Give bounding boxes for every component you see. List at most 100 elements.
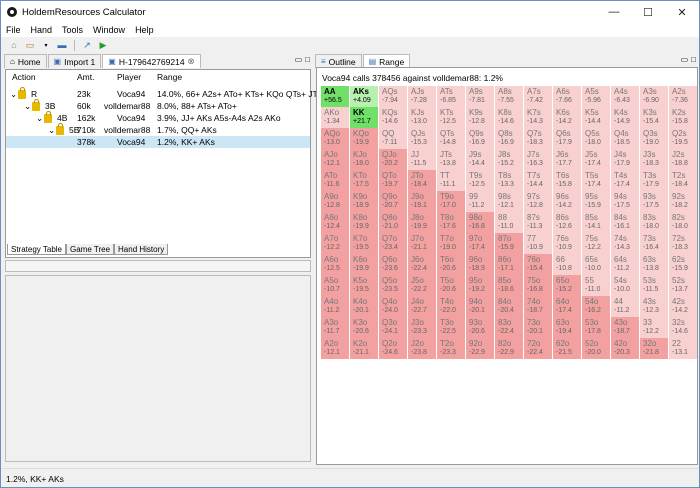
range-cell[interactable]: T7o -19.0: [437, 233, 465, 254]
range-cell[interactable]: 63o -19.4: [553, 317, 581, 338]
range-cell[interactable]: 43s -12.3: [640, 296, 668, 317]
column-header-amount[interactable]: Amt.: [77, 72, 94, 84]
range-cell[interactable]: J7s -16.3: [524, 149, 552, 170]
range-cell[interactable]: A4s -6.43: [611, 86, 639, 107]
range-cell[interactable]: A8o -12.4: [321, 212, 349, 233]
range-cell[interactable]: A7s -7.42: [524, 86, 552, 107]
range-cell[interactable]: 75o -16.8: [524, 275, 552, 296]
range-cell[interactable]: J8o -19.9: [408, 212, 436, 233]
range-cell[interactable]: 88 -11.0: [495, 212, 523, 233]
range-cell[interactable]: T2o -23.3: [437, 338, 465, 359]
range-cell[interactable]: KJs -13.0: [408, 107, 436, 128]
range-cell[interactable]: AKo -1.34: [321, 107, 349, 128]
range-cell[interactable]: 94o -20.1: [466, 296, 494, 317]
range-cell[interactable]: K8s -14.6: [495, 107, 523, 128]
range-cell[interactable]: 83s -18.0: [640, 212, 668, 233]
column-header-action[interactable]: Action: [12, 72, 36, 84]
range-cell[interactable]: A3s -6.90: [640, 86, 668, 107]
range-cell[interactable]: K6s -14.2: [553, 107, 581, 128]
close-tab-icon[interactable]: ⊗: [188, 56, 195, 67]
collapse-icon[interactable]: ⌄: [24, 101, 31, 112]
range-cell[interactable]: A9s -7.81: [466, 86, 494, 107]
range-cell[interactable]: AQo -13.0: [321, 128, 349, 149]
range-cell[interactable]: 63s -13.8: [640, 254, 668, 275]
range-cell[interactable]: 98o -16.8: [466, 212, 494, 233]
range-cell[interactable]: 55 -11.0: [582, 275, 610, 296]
maximize-button[interactable]: ☐: [631, 1, 665, 23]
range-cell[interactable]: T8s -13.3: [495, 170, 523, 191]
range-cell[interactable]: 53o -17.8: [582, 317, 610, 338]
range-cell[interactable]: A6s -7.66: [553, 86, 581, 107]
range-cell[interactable]: A5o -10.7: [321, 275, 349, 296]
range-cell[interactable]: K3s -15.4: [640, 107, 668, 128]
range-cell[interactable]: 74o -18.7: [524, 296, 552, 317]
column-header-player[interactable]: Player: [117, 72, 141, 84]
range-cell[interactable]: T4s -17.4: [611, 170, 639, 191]
range-cell[interactable]: JJ -11.5: [408, 149, 436, 170]
range-cell[interactable]: 65s -10.0: [582, 254, 610, 275]
collapse-icon[interactable]: ⌄: [48, 125, 55, 136]
range-cell[interactable]: 95s -15.9: [582, 191, 610, 212]
tab-strategy-table[interactable]: Strategy Table: [7, 244, 66, 255]
range-cell[interactable]: J8s -15.2: [495, 149, 523, 170]
range-cell[interactable]: 44 -11.2: [611, 296, 639, 317]
close-button[interactable]: ✕: [665, 1, 699, 23]
range-cell[interactable]: 95o -19.2: [466, 275, 494, 296]
range-cell[interactable]: Q2o -24.6: [379, 338, 407, 359]
maximize-panel-icon[interactable]: □: [691, 55, 696, 64]
range-cell[interactable]: KQs -14.6: [379, 107, 407, 128]
tab-home[interactable]: ⌂ Home: [4, 54, 47, 68]
range-cell[interactable]: Q3s -19.0: [640, 128, 668, 149]
range-cell[interactable]: T3o -22.5: [437, 317, 465, 338]
range-cell[interactable]: T9s -12.5: [466, 170, 494, 191]
range-cell[interactable]: 76o -15.4: [524, 254, 552, 275]
range-cell[interactable]: K8o -19.9: [350, 212, 378, 233]
range-cell[interactable]: J3s -18.3: [640, 149, 668, 170]
range-cell[interactable]: KTs -12.5: [437, 107, 465, 128]
range-cell[interactable]: 75s -12.2: [582, 233, 610, 254]
range-cell[interactable]: K2o -21.1: [350, 338, 378, 359]
range-cell[interactable]: J6s -17.7: [553, 149, 581, 170]
range-cell[interactable]: K4o -20.1: [350, 296, 378, 317]
range-cell[interactable]: JTs -13.8: [437, 149, 465, 170]
table-row[interactable]: ⌄ R 23k Voca94 14.0%, 66+ A2s+ ATo+ KTs+…: [6, 87, 321, 100]
minimize-button[interactable]: —: [597, 1, 631, 23]
run-icon[interactable]: ▶: [96, 39, 110, 51]
range-cell[interactable]: KTo -17.5: [350, 170, 378, 191]
range-cell[interactable]: K9o -18.9: [350, 191, 378, 212]
range-cell[interactable]: J9s -14.4: [466, 149, 494, 170]
range-cell[interactable]: T6s -15.8: [553, 170, 581, 191]
tab-range[interactable]: ▤ Range: [362, 54, 411, 68]
range-cell[interactable]: AJs -7.28: [408, 86, 436, 107]
range-cell[interactable]: 52o -20.0: [582, 338, 610, 359]
range-cell[interactable]: A4o -11.2: [321, 296, 349, 317]
range-cell[interactable]: KJo -18.0: [350, 149, 378, 170]
range-cell[interactable]: J6o -22.4: [408, 254, 436, 275]
range-cell[interactable]: 54s -10.0: [611, 275, 639, 296]
range-cell[interactable]: 82o -22.9: [495, 338, 523, 359]
range-cell[interactable]: 86o -17.1: [495, 254, 523, 275]
range-cell[interactable]: 64o -17.4: [553, 296, 581, 317]
range-cell[interactable]: 73s -16.4: [640, 233, 668, 254]
range-cell[interactable]: Q9s -16.9: [466, 128, 494, 149]
collapse-icon[interactable]: ⌄: [10, 89, 17, 100]
range-cell[interactable]: AQs -7.94: [379, 86, 407, 107]
range-cell[interactable]: 87s -11.3: [524, 212, 552, 233]
minimize-panel-icon[interactable]: ▭: [295, 55, 303, 64]
range-cell[interactable]: 97o -17.4: [466, 233, 494, 254]
range-cell[interactable]: Q7s -18.3: [524, 128, 552, 149]
tab-hand[interactable]: ▣ H-179642769214 ⊗: [102, 54, 201, 68]
range-cell[interactable]: AA +56.5: [321, 86, 349, 107]
range-cell[interactable]: Q6o -23.6: [379, 254, 407, 275]
range-cell[interactable]: A5s -5.96: [582, 86, 610, 107]
range-cell[interactable]: J2s -18.8: [669, 149, 697, 170]
range-cell[interactable]: K9s -12.8: [466, 107, 494, 128]
tab-game-tree[interactable]: Game Tree: [66, 244, 115, 255]
range-cell[interactable]: 43o -18.7: [611, 317, 639, 338]
range-cell[interactable]: 73o -20.1: [524, 317, 552, 338]
table-row[interactable]: ⌄ 4B 162k Voca94 3.9%, JJ+ AKs A5s-A4s A…: [6, 111, 310, 124]
range-cell[interactable]: KQo -19.9: [350, 128, 378, 149]
range-cell[interactable]: 52s -13.7: [669, 275, 697, 296]
range-cell[interactable]: Q3o -24.1: [379, 317, 407, 338]
range-cell[interactable]: A3o -11.7: [321, 317, 349, 338]
